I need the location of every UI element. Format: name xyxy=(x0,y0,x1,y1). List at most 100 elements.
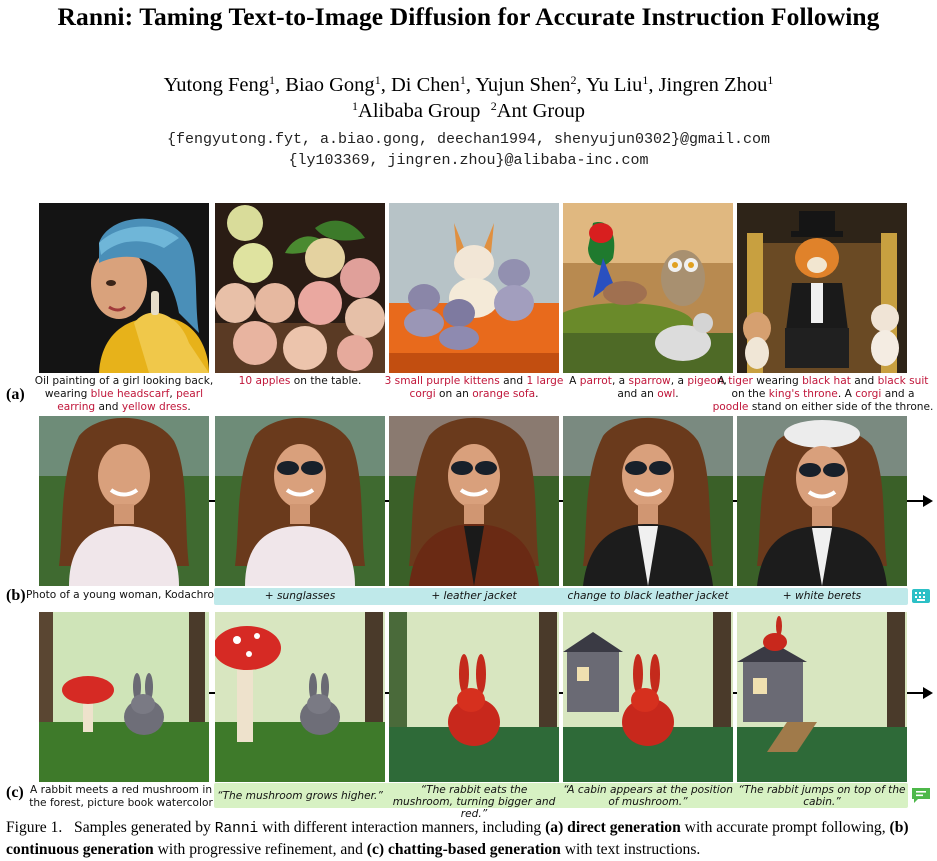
caption-bold-c: (c) chatting-based generation xyxy=(366,840,561,858)
caption-text: on the xyxy=(731,387,769,400)
arrow-right-icon xyxy=(907,687,933,699)
affiliation-mark: 1 xyxy=(269,73,276,87)
affiliation-mark: 1 xyxy=(642,73,649,87)
highlighted-phrase: parrot xyxy=(579,375,612,387)
caption-text: , a xyxy=(670,375,688,387)
caption-text-4: with progressive refinement, and xyxy=(153,840,367,858)
caption-text: on the table. xyxy=(290,375,362,387)
figure-label: Figure 1. xyxy=(6,819,63,836)
image-apples xyxy=(215,203,385,373)
caption-a5: A tiger wearing black hat and black suit… xyxy=(712,375,934,413)
caption-text: , a xyxy=(611,375,629,387)
email-line-1: {fengyutong.fyt, a.biao.gong, deechan199… xyxy=(166,131,771,148)
image-cabin xyxy=(563,612,733,782)
affiliation-name: Ant Group xyxy=(496,100,585,122)
image-birds xyxy=(563,203,733,373)
chat-icon xyxy=(912,788,930,803)
arrow-right-icon xyxy=(907,495,933,507)
caption-text: A xyxy=(569,375,580,387)
affiliation-mark: 2 xyxy=(570,73,577,87)
caption-a3: 3 small purple kittens and 1 large corgi… xyxy=(383,375,565,401)
highlighted-phrase: owl xyxy=(657,387,676,400)
connector-c4 xyxy=(733,692,737,694)
row-b-prompt: Photo of a young woman, Kodachrome xyxy=(26,589,231,601)
highlighted-phrase: sparrow xyxy=(628,375,671,387)
image-girl-headscarf xyxy=(39,203,209,373)
highlighted-phrase: king's throne xyxy=(768,387,838,400)
row-b-step-2: + leather jacket xyxy=(431,590,517,602)
row-b-step-1: + sunglasses xyxy=(264,590,336,602)
highlighted-phrase: yellow dress xyxy=(121,400,188,413)
caption-text-3: with accurate prompt following, xyxy=(680,819,890,836)
image-woman-base xyxy=(39,416,209,586)
highlighted-phrase: corgi xyxy=(855,387,882,400)
caption-text: . xyxy=(675,387,679,400)
author-name: Jingren Zhou xyxy=(658,74,768,96)
image-rabbit-on-cabin xyxy=(737,612,907,782)
caption-a1: Oil painting of a girl looking back, wea… xyxy=(30,375,218,413)
caption-text: . A xyxy=(837,387,856,400)
method-name: Ranni xyxy=(214,821,259,837)
row-c-label: (c) xyxy=(6,784,24,801)
connector-c3 xyxy=(559,692,563,694)
author-name: Biao Gong xyxy=(285,74,375,96)
highlighted-phrase: 10 apples xyxy=(238,375,291,387)
author-name: Di Chen xyxy=(390,74,460,96)
figure-caption: Figure 1. Samples generated by Ranni wit… xyxy=(6,818,934,860)
caption-text: wearing xyxy=(752,375,803,387)
highlighted-phrase: poodle xyxy=(712,400,749,413)
caption-text-2: with different interaction manners, incl… xyxy=(258,819,546,836)
highlighted-phrase: black suit xyxy=(877,375,929,387)
image-tiger-throne xyxy=(737,203,907,373)
caption-text: and xyxy=(499,375,527,387)
image-mushroom-higher xyxy=(215,612,385,782)
row-b-label: (b) xyxy=(6,587,26,604)
affiliation-mark: 1 xyxy=(459,73,466,87)
row-c-step-1: “The mushroom grows higher.” xyxy=(217,790,383,802)
row-c-prompt: A rabbit meets a red mushroom in the for… xyxy=(29,784,213,809)
affiliation-mark: 1 xyxy=(374,73,381,87)
affiliation-name: Alibaba Group xyxy=(358,100,481,122)
author-name: Yutong Feng xyxy=(163,74,270,96)
caption-text-1: Samples generated by xyxy=(74,819,215,836)
connector-b4 xyxy=(733,500,737,502)
affiliation-list: 1Alibaba Group 2Ant Group xyxy=(0,100,937,123)
author-name: Yu Liu xyxy=(585,74,643,96)
highlighted-phrase: black hat xyxy=(802,375,851,387)
caption-text: . xyxy=(535,387,539,400)
image-woman-sunglasses xyxy=(215,416,385,586)
image-rabbit-mushroom xyxy=(39,612,209,782)
row-b-step-3: change to black leather jacket xyxy=(567,590,729,602)
row-a-label: (a) xyxy=(6,386,25,403)
highlighted-phrase: blue headscarf xyxy=(90,387,170,400)
affiliation-mark: 1 xyxy=(767,73,774,87)
caption-text: on an xyxy=(435,387,473,400)
caption-text: A xyxy=(717,375,729,387)
connector-b2 xyxy=(385,500,389,502)
image-woman-white-beret xyxy=(737,416,907,586)
row-c-step-2: “The rabbit eats the mushroom, turning b… xyxy=(392,784,556,820)
caption-text-5: with text instructions. xyxy=(560,840,701,858)
author-list: Yutong Feng1, Biao Gong1, Di Chen1, Yuju… xyxy=(163,73,774,96)
keyboard-icon xyxy=(912,589,930,603)
row-c-step-4: “The rabbit jumps on top of the cabin.” xyxy=(738,784,906,808)
highlighted-phrase: orange sofa xyxy=(472,387,536,400)
caption-text: and a xyxy=(881,387,915,400)
paper-title: Ranni: Taming Text-to-Image Diffusion fo… xyxy=(57,2,880,31)
row-b-step-4: + white berets xyxy=(782,590,862,602)
caption-text: and xyxy=(95,400,122,413)
image-woman-leather-jacket xyxy=(389,416,559,586)
image-red-rabbit xyxy=(389,612,559,782)
row-c-step-3: “A cabin appears at the position of mush… xyxy=(563,784,733,808)
email-line-2: {ly103369, jingren.zhou}@alibaba-inc.com xyxy=(288,152,649,169)
caption-bold-a: (a) direct generation xyxy=(545,819,681,836)
connector-c1 xyxy=(209,692,215,694)
image-woman-black-jacket xyxy=(563,416,733,586)
image-kittens-corgi xyxy=(389,203,559,373)
caption-a2: 10 apples on the table. xyxy=(215,375,385,388)
caption-a4: A parrot, a sparrow, a pigeon, and an ow… xyxy=(565,375,731,401)
caption-text: and xyxy=(850,375,878,387)
caption-text: . xyxy=(187,400,191,413)
author-name: Yujun Shen xyxy=(475,74,571,96)
highlighted-phrase: 3 small purple kittens xyxy=(384,375,500,387)
